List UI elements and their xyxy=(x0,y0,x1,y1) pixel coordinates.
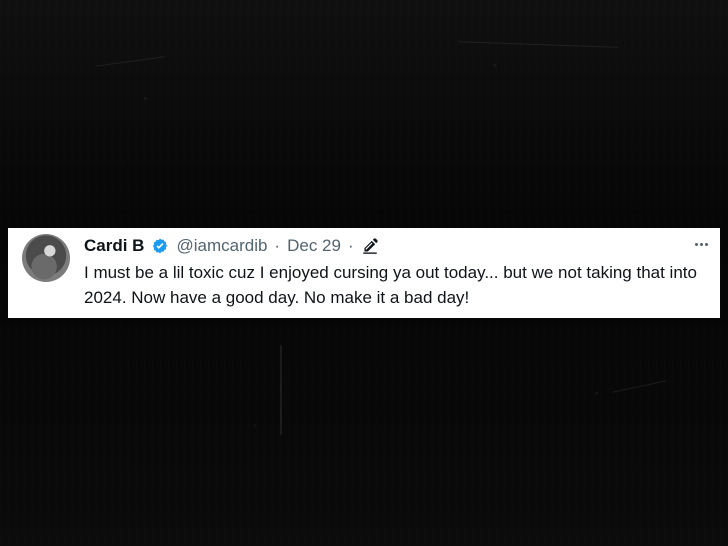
verified-badge-icon xyxy=(153,238,168,254)
more-options-icon[interactable] xyxy=(695,235,708,253)
tweet-header: Cardi B @iamcardib · Dec 29 · xyxy=(84,233,708,259)
tweet-content: Cardi B @iamcardib · Dec 29 · I must be xyxy=(84,233,708,310)
profile-avatar[interactable] xyxy=(22,234,70,282)
more-dot-icon xyxy=(700,242,703,246)
background-scratch-mark xyxy=(280,345,282,435)
pencil-icon[interactable] xyxy=(361,237,379,255)
more-dot-icon xyxy=(695,242,698,246)
more-dot-icon xyxy=(705,242,708,246)
meta-separator: · xyxy=(347,236,354,255)
tweet-date[interactable]: Dec 29 xyxy=(287,236,341,256)
meta-separator: · xyxy=(274,236,281,255)
author-name[interactable]: Cardi B xyxy=(84,236,144,256)
author-handle[interactable]: @iamcardib xyxy=(176,236,267,256)
tweet-text: I must be a lil toxic cuz I enjoyed curs… xyxy=(84,263,697,307)
tweet-card[interactable]: Cardi B @iamcardib · Dec 29 · I must be xyxy=(8,228,720,318)
